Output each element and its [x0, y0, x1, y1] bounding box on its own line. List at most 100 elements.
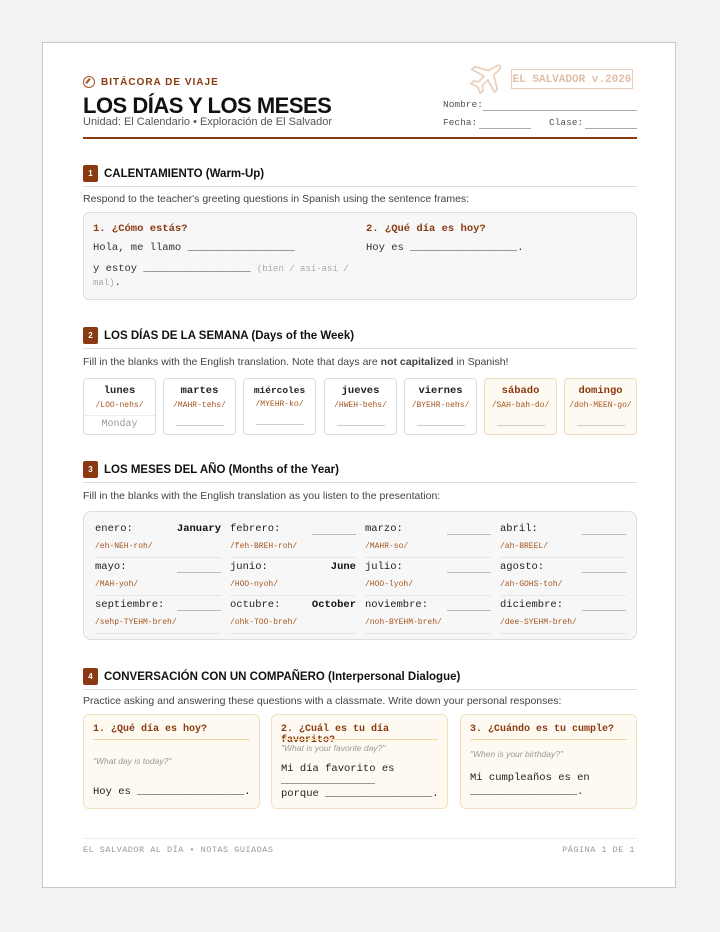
edition-stamp: EL SALVADOR v.2026	[511, 69, 633, 89]
footer-divider	[83, 838, 637, 839]
dialogue-answer-frame-2[interactable]: _________________.	[470, 786, 583, 798]
day-pronunciation: /doh-MEEN-go/	[569, 401, 632, 410]
warmup-frame-day[interactable]: Hoy es _________________.	[366, 242, 524, 254]
month-mayo: mayo: /MAH-yoh/	[95, 561, 221, 596]
instr-text: Fill in the blanks with the English tran…	[83, 356, 381, 368]
dialogue-answer-frame[interactable]: Hoy es _________________.	[93, 786, 251, 798]
section-title: CONVERSACIÓN CON UN COMPAÑERO (Interpers…	[104, 670, 461, 683]
month-answer-blank[interactable]	[447, 534, 491, 535]
month-answer[interactable]: January	[177, 523, 221, 535]
day-name: sábado	[501, 385, 540, 397]
dialogue-card-2: 2. ¿Cuál es tu día favorito? "What is yo…	[271, 714, 448, 809]
month-name: enero:	[95, 523, 133, 535]
instr-text-end: in Spanish!	[453, 356, 509, 368]
months-grid: enero: January/eh-NEH-roh/ febrero: /feh-B…	[83, 511, 637, 640]
day-answer-blank[interactable]	[175, 418, 224, 426]
warmup-frame-name[interactable]: Hola, me llamo _________________	[93, 242, 295, 254]
month-agosto: agosto: /ah-GOHS-toh/	[500, 561, 626, 596]
warmup-box: 1. ¿Cómo estás? Hola, me llamo _________…	[83, 212, 637, 300]
dialogue-question: 3. ¿Cuándo es tu cumple?	[470, 724, 615, 735]
answer-blank[interactable]	[281, 783, 375, 784]
month-pronunciation: /feh-BREH-roh/	[230, 542, 298, 551]
day-pronunciation: /MAHR-tehs/	[173, 401, 226, 410]
month-febrero: febrero: /feh-BREH-roh/	[230, 523, 356, 558]
day-name: miércoles	[253, 385, 306, 396]
month-name: octubre:	[230, 599, 281, 611]
class-field[interactable]	[585, 128, 637, 129]
month-pronunciation: /MAH-yoh/	[95, 580, 139, 589]
day-pronunciation: /MYEHR-ko/	[255, 400, 304, 409]
month-name: junio:	[230, 561, 268, 573]
section-months-heading: 3 LOS MESES DEL AÑO (Months of the Year)	[83, 461, 339, 478]
month-enero: enero: January/eh-NEH-roh/	[95, 523, 221, 558]
section-title: LOS DÍAS DE LA SEMANA (Days of the Week)	[104, 329, 355, 342]
day-name: jueves	[341, 385, 380, 397]
day-answer-blank[interactable]	[255, 417, 304, 425]
month-name: noviembre:	[365, 599, 429, 611]
day-pronunciation: /BYEHR-nehs/	[411, 401, 470, 410]
day-name: lunes	[103, 385, 136, 397]
day-card-martes: martes /MAHR-tehs/	[163, 378, 236, 435]
dialogue-card-3: 3. ¿Cuándo es tu cumple? "When is your b…	[460, 714, 637, 809]
month-answer-blank[interactable]	[582, 572, 626, 573]
section-days-heading: 2 LOS DÍAS DE LA SEMANA (Days of the Wee…	[83, 327, 354, 344]
day-card-lunes: lunes /LOO-nehs/ Monday	[83, 378, 156, 435]
dialogue-answer-frame[interactable]: Mi cumpleaños es en	[470, 772, 590, 784]
question-underline	[93, 739, 250, 740]
question-underline	[281, 739, 438, 740]
feeling-hint-2: mal)	[93, 278, 115, 288]
month-marzo: marzo: /MAHR-so/	[365, 523, 491, 558]
month-answer-blank[interactable]	[447, 610, 491, 611]
month-pronunciation: /eh-NEH-roh/	[95, 542, 153, 551]
month-answer[interactable]: October	[312, 599, 356, 611]
date-field[interactable]	[479, 128, 531, 129]
month-noviembre: noviembre: /noh-BYEHM-breh/	[365, 599, 491, 634]
dialogue-translation: "What is your favorite day?"	[281, 743, 386, 753]
month-name: agosto:	[500, 561, 545, 573]
day-answer-blank[interactable]	[576, 418, 625, 426]
days-instructions: Fill in the blanks with the English tran…	[83, 356, 508, 368]
month-name: febrero:	[230, 523, 281, 535]
day-pronunciation: /SAH-bah-do/	[491, 401, 550, 410]
feeling-hint-end: mal).	[93, 277, 121, 289]
period: .	[114, 277, 121, 289]
instr-bold: not capitalized	[380, 356, 454, 368]
month-pronunciation: /HOO-nyoh/	[230, 580, 279, 589]
month-answer-blank[interactable]	[312, 534, 356, 535]
month-name: julio:	[365, 561, 403, 573]
month-answer-blank[interactable]	[177, 610, 221, 611]
section-warmup-heading: 1 CALENTAMIENTO (Warm-Up)	[83, 165, 264, 182]
month-name: septiembre:	[95, 599, 165, 611]
brand: BITÁCORA DE VIAJE	[83, 76, 219, 88]
month-answer-blank[interactable]	[447, 572, 491, 573]
day-card-sabado: sábado /SAH-bah-do/	[484, 378, 557, 435]
day-answer[interactable]: Monday	[84, 419, 155, 430]
day-card-viernes: viernes /BYEHR-nehs/	[404, 378, 477, 435]
month-pronunciation: /ah-BREEL/	[500, 542, 549, 551]
day-card-jueves: jueves /HWEH-behs/	[324, 378, 397, 435]
day-card-domingo: domingo /doh-MEEN-go/	[564, 378, 637, 435]
month-answer-blank[interactable]	[582, 534, 626, 535]
day-pronunciation: /LOO-nehs/	[95, 401, 144, 410]
day-divider	[84, 415, 155, 416]
warmup-frame-feeling[interactable]: y estoy _________________ (bien / así-as…	[93, 263, 349, 275]
day-name: martes	[180, 385, 219, 397]
month-answer[interactable]: June	[331, 561, 356, 573]
dialogue-answer-frame[interactable]: Mi día favorito es	[281, 763, 394, 775]
month-pronunciation: /MAHR-so/	[365, 542, 409, 551]
section-title: LOS MESES DEL AÑO (Months of the Year)	[104, 463, 339, 476]
dialogue-answer-frame-2[interactable]: porque _________________.	[281, 788, 439, 800]
month-answer-blank[interactable]	[582, 610, 626, 611]
name-field[interactable]	[483, 110, 637, 111]
day-card-miercoles: miércoles /MYEHR-ko/	[243, 378, 316, 435]
day-answer-blank[interactable]	[496, 418, 545, 426]
warmup-question-2: 2. ¿Qué día es hoy?	[366, 223, 486, 235]
day-answer-blank[interactable]	[416, 418, 465, 426]
date-label: Fecha:	[443, 117, 478, 128]
month-answer-blank[interactable]	[177, 572, 221, 573]
brand-label: BITÁCORA DE VIAJE	[101, 76, 219, 88]
section-dialogue-heading: 4 CONVERSACIÓN CON UN COMPAÑERO (Interpe…	[83, 668, 460, 685]
section-divider	[83, 689, 637, 690]
day-answer-blank[interactable]	[336, 418, 385, 426]
section-number: 2	[83, 327, 98, 344]
